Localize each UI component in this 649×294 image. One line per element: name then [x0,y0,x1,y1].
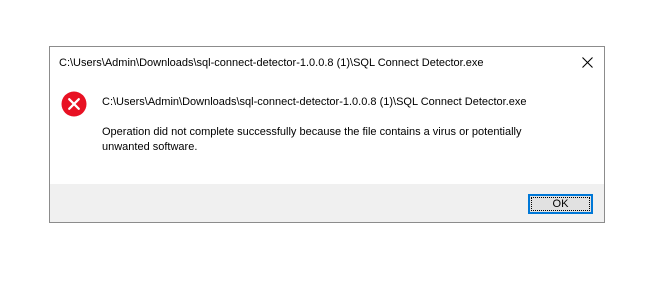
ok-button[interactable]: OK [528,194,593,214]
close-icon [582,57,593,68]
close-button[interactable] [571,47,604,77]
dialog-content: C:\Users\Admin\Downloads\sql-connect-det… [50,79,604,184]
focus-rectangle [531,197,590,211]
message-file-path: C:\Users\Admin\Downloads\sql-connect-det… [102,96,527,108]
message-text: Operation did not complete successfully … [102,126,522,153]
dialog-title: C:\Users\Admin\Downloads\sql-connect-det… [59,57,484,69]
error-dialog: C:\Users\Admin\Downloads\sql-connect-det… [49,46,605,223]
error-icon [61,91,87,117]
title-bar[interactable]: C:\Users\Admin\Downloads\sql-connect-det… [50,47,604,79]
button-bar: OK [50,184,604,222]
